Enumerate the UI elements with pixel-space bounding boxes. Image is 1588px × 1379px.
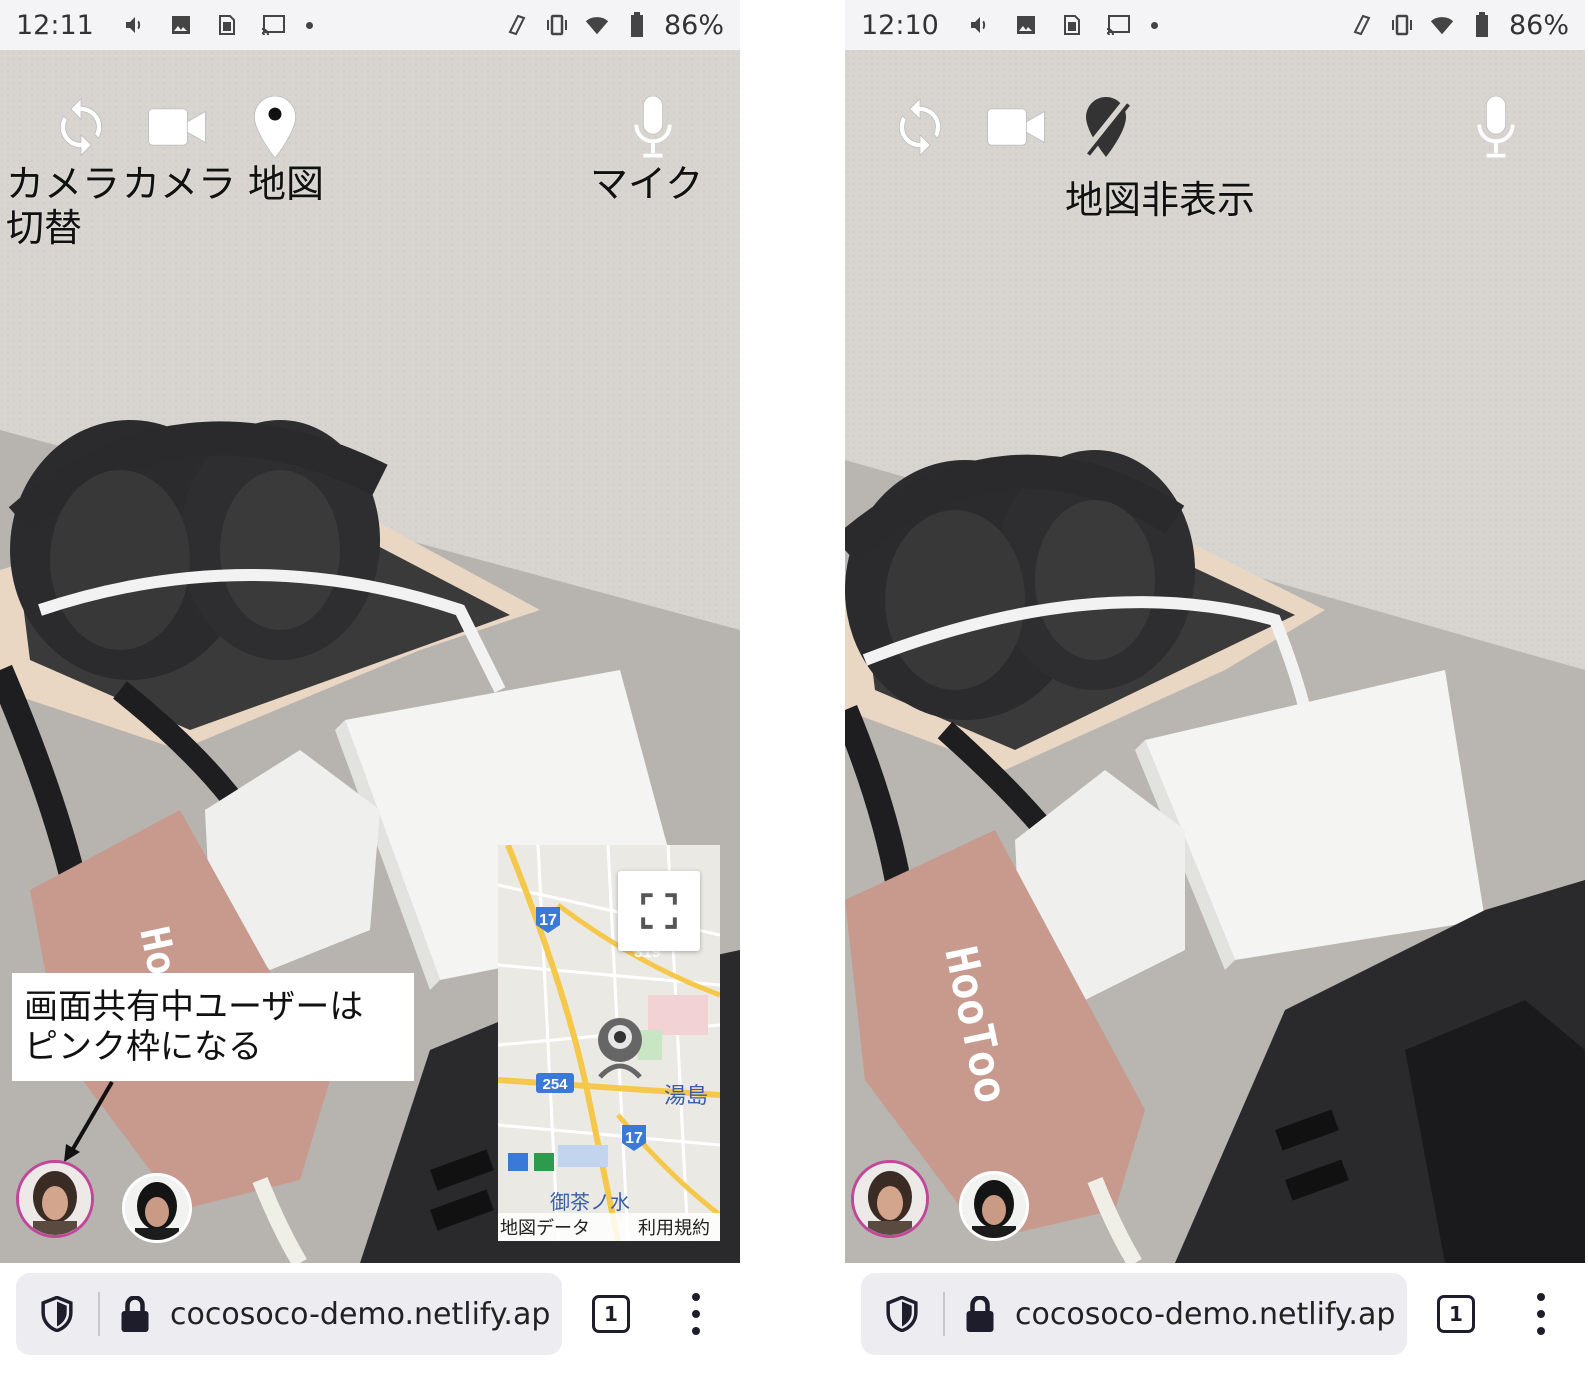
road-badge-254: 254	[536, 1073, 574, 1093]
camera-toggle-button[interactable]	[981, 92, 1051, 162]
url-text: cocosoco-demo.netlify.app/	[1015, 1296, 1395, 1332]
video-camera-icon	[142, 92, 212, 162]
avatar-sharing-user[interactable]	[851, 1160, 929, 1238]
video-camera-icon	[981, 92, 1051, 162]
address-bar[interactable]: cocosoco-demo.netlify.app/	[861, 1273, 1407, 1355]
shield-icon[interactable]	[861, 1273, 943, 1355]
battery-percent: 86%	[663, 9, 724, 41]
map-place-yushima: 湯島	[664, 1084, 708, 1109]
camera-toggle-button[interactable]: カメラ	[122, 92, 236, 206]
avatar-user[interactable]	[959, 1171, 1029, 1241]
camera-feed: HooToo カメラ 切替 カメラ 地図	[0, 50, 740, 1263]
map-footer: 地図データ 利用規約	[498, 1213, 720, 1241]
sync-icon	[885, 92, 955, 162]
screen-share-callout: 画面共有中ユーザーは ピンク枠になる	[12, 973, 414, 1081]
status-time: 12:11	[16, 9, 94, 41]
nfc-icon	[1349, 12, 1375, 38]
map-pin-icon	[240, 92, 310, 162]
map-label: 地図	[248, 162, 325, 206]
tab-counter-button[interactable]: 1	[592, 1295, 630, 1333]
browser-toolbar: cocosoco-demo.netlify.app/ 1	[845, 1263, 1585, 1379]
volume-icon	[967, 12, 993, 38]
camera-switch-button[interactable]	[885, 92, 955, 162]
svg-text:17: 17	[625, 1130, 643, 1147]
camera-scene-image: HooToo	[845, 50, 1585, 1263]
microphone-icon	[618, 92, 688, 162]
map-hidden-label: 地図非表示	[1065, 178, 1256, 222]
map-pin-off-icon	[1071, 92, 1141, 162]
vibrate-icon	[544, 12, 570, 38]
avatar-sharing-user[interactable]	[16, 1160, 94, 1238]
browser-menu-button[interactable]	[684, 1287, 708, 1341]
map-fullscreen-button[interactable]	[618, 871, 700, 951]
lock-icon	[100, 1273, 170, 1355]
shield-icon[interactable]	[16, 1273, 98, 1355]
map-place-station: 御茶ノ水	[550, 1190, 630, 1214]
image-icon	[168, 12, 194, 38]
sim-icon	[214, 12, 240, 38]
url-text: cocosoco-demo.netlify.app/	[170, 1296, 550, 1332]
sync-icon	[46, 92, 116, 162]
browser-menu-button[interactable]	[1529, 1287, 1553, 1341]
fullscreen-icon	[641, 893, 677, 929]
camera-feed: HooToo 地図非表示	[845, 50, 1585, 1263]
notification-dot	[306, 21, 313, 29]
battery-icon	[1469, 12, 1495, 38]
mic-toggle-button[interactable]: マイク	[590, 92, 703, 206]
phone-screen-right: 12:10 86% HooToo 地図非表示 cocosoco-demo.net…	[845, 0, 1585, 1379]
volume-icon	[122, 12, 148, 38]
cast-icon	[1105, 12, 1131, 38]
lock-icon	[945, 1273, 1015, 1355]
svg-text:17: 17	[539, 912, 557, 929]
avatar-user[interactable]	[122, 1173, 192, 1243]
wifi-icon	[1429, 12, 1455, 38]
sim-icon	[1059, 12, 1085, 38]
browser-toolbar: cocosoco-demo.netlify.app/ 1	[0, 1263, 740, 1379]
callout-arrow	[64, 1080, 114, 1162]
cast-icon	[260, 12, 286, 38]
svg-text:254: 254	[542, 1076, 568, 1093]
map-toggle-button[interactable]: 地図	[248, 92, 324, 206]
wifi-icon	[584, 12, 610, 38]
map-data-link[interactable]: 地図データ	[500, 1214, 590, 1240]
nfc-icon	[504, 12, 530, 38]
address-bar[interactable]: cocosoco-demo.netlify.app/	[16, 1273, 562, 1355]
vibrate-icon	[1389, 12, 1415, 38]
mic-toggle-button[interactable]	[1461, 92, 1531, 162]
battery-percent: 86%	[1508, 9, 1569, 41]
status-time: 12:10	[861, 9, 939, 41]
camera-switch-label: カメラ 切替	[6, 162, 121, 250]
map-toggle-button[interactable]	[1069, 92, 1141, 162]
battery-icon	[624, 12, 650, 38]
status-bar: 12:11 86%	[0, 0, 740, 50]
camera-label: カメラ	[122, 162, 237, 206]
status-bar: 12:10 86%	[845, 0, 1585, 50]
mini-map[interactable]: 17 254 17 319 湯島 御茶ノ水 地図データ 利用規約	[498, 845, 720, 1241]
camera-switch-button[interactable]: カメラ 切替	[6, 92, 120, 250]
map-hidden-indicator: 地図非表示	[1065, 178, 1255, 222]
notification-dot	[1151, 21, 1158, 29]
mic-label: マイク	[590, 162, 704, 206]
phone-screen-left: 12:11 86% カメラ 切替 カメラ 地図 マイク 17 254 17 31…	[0, 0, 740, 1379]
map-terms-link[interactable]: 利用規約	[638, 1214, 710, 1240]
tab-counter-button[interactable]: 1	[1437, 1295, 1475, 1333]
image-icon	[1013, 12, 1039, 38]
microphone-icon	[1461, 92, 1531, 162]
